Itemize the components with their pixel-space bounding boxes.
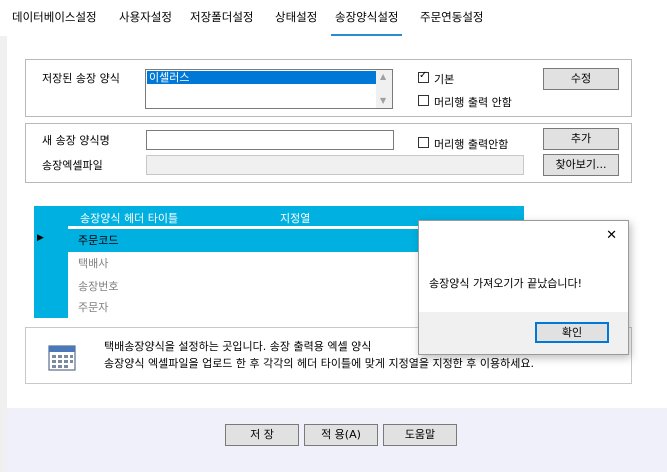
tab-bar: 데이터베이스설정 사용자설정 저장폴더설정 상태설정 송장양식설정 주문연동설정 xyxy=(0,0,667,36)
ok-button[interactable]: 확인 xyxy=(535,322,609,343)
saved-no-header-checkbox[interactable] xyxy=(418,95,429,106)
help-button[interactable]: 도움말 xyxy=(383,424,457,446)
dialog-footer: 확인 xyxy=(419,312,628,354)
scroll-up-icon[interactable]: ▲ xyxy=(380,73,386,81)
saved-form-listbox[interactable]: 이셀러스 ▲ ▼ xyxy=(145,69,393,109)
grid-cell-title[interactable]: 주문코드 xyxy=(78,229,118,252)
scroll-down-icon[interactable]: ▼ xyxy=(380,97,386,105)
new-no-header-checkbox[interactable] xyxy=(418,137,429,148)
saved-no-header-label: 머리행 출력 안함 xyxy=(434,96,512,109)
grid-cell-title[interactable]: 택배사 xyxy=(78,252,108,275)
new-no-header-label: 머리행 출력안함 xyxy=(434,138,509,151)
apply-button[interactable]: 적 용(A) xyxy=(304,424,378,446)
grid-cell-title[interactable]: 주문자 xyxy=(78,298,108,318)
grid-row-headers: ▶ xyxy=(34,226,68,318)
edit-button[interactable]: 수정 xyxy=(543,68,619,90)
new-form-name-input[interactable] xyxy=(146,130,394,150)
calendar-info-icon xyxy=(48,345,76,371)
dialog-message: 송장양식 가져오기가 끝났습니다! xyxy=(429,277,583,290)
current-row-arrow-icon: ▶ xyxy=(37,233,44,243)
invoice-excel-file-label: 송장엑셀파일 xyxy=(42,159,103,172)
browse-button[interactable]: 찾아보기... xyxy=(543,154,619,176)
tab-status[interactable]: 상태설정 xyxy=(275,9,317,27)
tab-save-folder[interactable]: 저장폴더설정 xyxy=(190,9,253,27)
basic-checkbox[interactable] xyxy=(418,70,429,83)
save-button[interactable]: 저 장 xyxy=(225,424,299,446)
info-text-line2: 송장양식 엑셀파일을 업로드 한 후 각각의 헤더 타이틀에 맞게 지정열을 지… xyxy=(104,357,535,370)
listbox-scrollbar[interactable]: ▲ ▼ xyxy=(376,70,392,108)
basic-checkbox-label: 기본 xyxy=(434,73,455,86)
message-dialog: ✕ 송장양식 가져오기가 끝났습니다! 확인 xyxy=(418,220,629,355)
list-item-selected[interactable]: 이셀러스 xyxy=(147,71,376,84)
add-button[interactable]: 추가 xyxy=(543,128,619,150)
tab-order-link[interactable]: 주문연동설정 xyxy=(420,9,483,27)
tab-invoice-form[interactable]: 송장양식설정 xyxy=(330,9,404,36)
saved-form-label: 저장된 송장 양식 xyxy=(42,72,120,85)
close-icon[interactable]: ✕ xyxy=(606,228,617,243)
grid-cell-title[interactable]: 송장번호 xyxy=(78,275,118,298)
invoice-excel-file-input[interactable] xyxy=(146,155,524,175)
info-text-line1: 택배송장양식을 설정하는 곳입니다. 송장 출력용 엑셀 양식 xyxy=(104,340,372,353)
tab-users[interactable]: 사용자설정 xyxy=(119,9,172,27)
grid-col-header-column[interactable]: 지정열 xyxy=(280,210,310,226)
new-form-name-label: 새 송장 양식명 xyxy=(42,134,110,147)
tab-database[interactable]: 데이터베이스설정 xyxy=(12,9,97,27)
grid-col-header-title[interactable]: 송장양식 헤더 타이틀 xyxy=(80,210,178,226)
